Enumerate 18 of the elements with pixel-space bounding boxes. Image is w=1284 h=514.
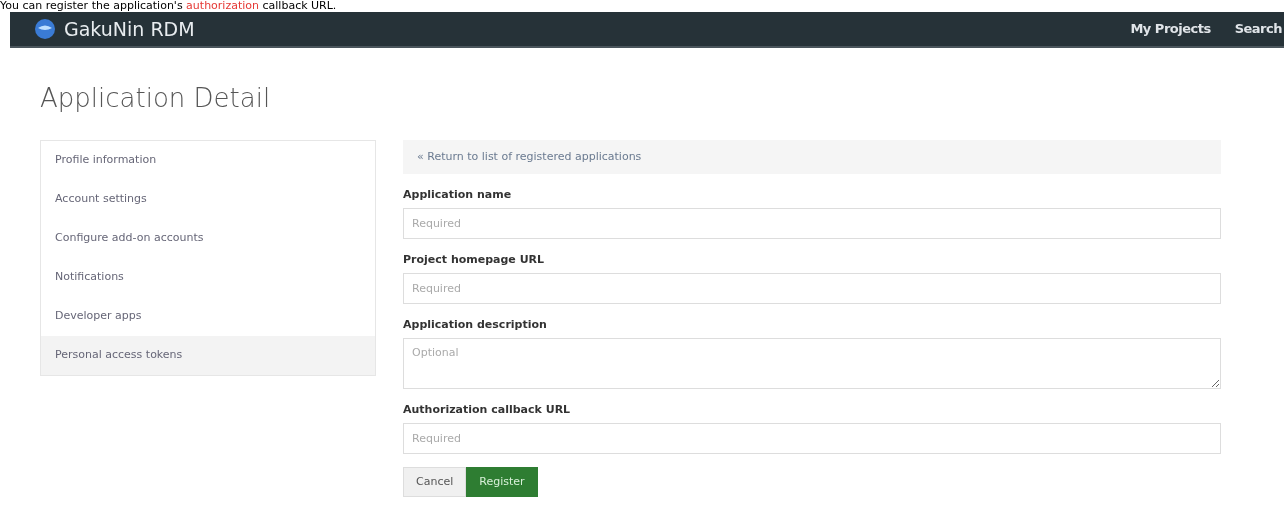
input-field[interactable]: Required bbox=[403, 273, 1221, 304]
logo-icon bbox=[34, 18, 56, 40]
cancel-button[interactable]: Cancel bbox=[403, 467, 467, 497]
caption-text: You can register the application's authorization callback URL. bbox=[0, 0, 337, 12]
field-label: Application description bbox=[403, 317, 548, 332]
register-button[interactable]: Register bbox=[466, 467, 538, 497]
field-label: Application name bbox=[403, 187, 513, 202]
back-link[interactable]: « Return to list of registered applications bbox=[403, 140, 1221, 174]
nav-link[interactable]: My Projects bbox=[1130, 19, 1211, 39]
input-field[interactable]: Required bbox=[403, 423, 1221, 454]
brand-name[interactable]: GakuNin RDM bbox=[64, 14, 195, 44]
nav-link[interactable]: Search bbox=[1234, 19, 1282, 39]
page-title: Application Detail bbox=[40, 82, 272, 115]
description-field[interactable]: Optional bbox=[403, 338, 1221, 389]
field-label: Authorization callback URL bbox=[403, 402, 572, 417]
input-field[interactable]: Required bbox=[403, 208, 1221, 239]
field-label: Project homepage URL bbox=[403, 252, 546, 267]
sidebar-item[interactable]: Personal access tokens bbox=[41, 336, 375, 375]
